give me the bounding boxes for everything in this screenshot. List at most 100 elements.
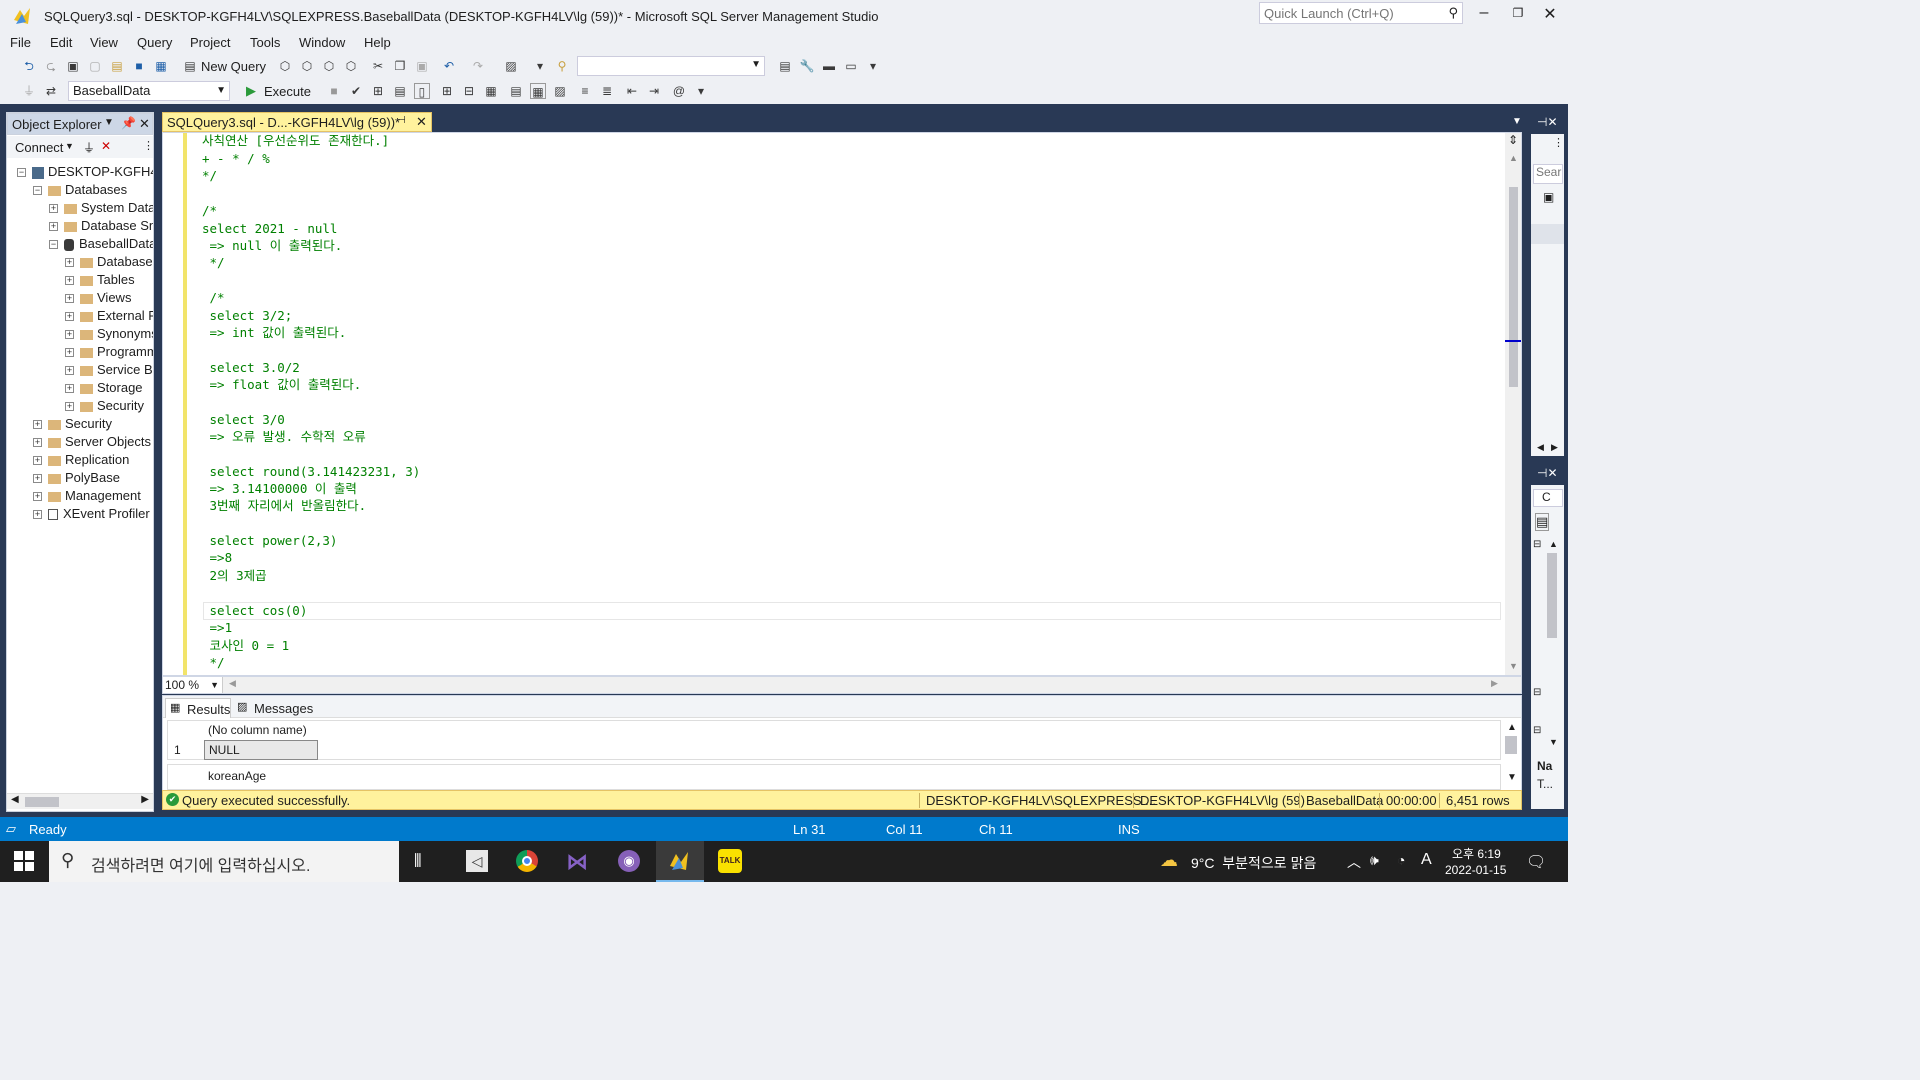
scroll-up-icon[interactable]: ▲ — [1509, 153, 1518, 163]
results-scroll-thumb[interactable] — [1505, 736, 1517, 754]
menu-tools[interactable]: Tools — [250, 35, 280, 50]
properties-dropdown[interactable]: C — [1533, 489, 1563, 507]
menu-query[interactable]: Query — [137, 35, 172, 50]
expand-icon[interactable]: + — [33, 510, 42, 520]
dax-query-icon[interactable]: ⬡ — [343, 58, 359, 74]
save-icon[interactable]: ■ — [131, 58, 147, 74]
expand-icon[interactable]: + — [65, 330, 74, 340]
new-query-icon[interactable]: ▤ — [182, 58, 198, 74]
decrease-indent-icon[interactable]: ⇤ — [624, 83, 640, 99]
right-panel-more-icon[interactable]: ⋮ — [1553, 136, 1564, 149]
expand-icon[interactable]: + — [65, 384, 74, 394]
results-to-file-icon[interactable]: ▨ — [552, 83, 568, 99]
menu-help[interactable]: Help — [364, 35, 391, 50]
expand-icon[interactable]: + — [49, 204, 58, 214]
find-combo[interactable]: ▼ — [577, 56, 766, 76]
menu-file[interactable]: File — [10, 35, 31, 50]
tab-list-dropdown-icon[interactable]: ▼ — [1512, 116, 1522, 127]
network-icon[interactable]: ◔ — [1397, 852, 1405, 868]
tree-node[interactable]: + Security — [65, 397, 144, 415]
cut-icon[interactable]: ✂ — [370, 58, 386, 74]
tree-node[interactable]: + Tables — [65, 271, 135, 289]
right-panel-hscroll-right[interactable]: ▶ — [1551, 442, 1558, 453]
tree-node[interactable]: + Database D — [65, 253, 153, 271]
connect-button[interactable]: Connect — [15, 140, 63, 155]
results-scroll-down-icon[interactable]: ▼ — [1507, 772, 1517, 783]
editor-vertical-scrollbar[interactable]: ⇕ ▲ ▼ — [1505, 133, 1521, 675]
right-panel-close-icon[interactable]: ⊣✕ — [1537, 115, 1558, 129]
collapse-icon[interactable]: − — [49, 240, 58, 250]
collapse-icon[interactable]: − — [33, 186, 42, 196]
grid1-header[interactable]: (No column name) — [208, 723, 307, 737]
props-scroll-thumb[interactable] — [1547, 553, 1557, 638]
ssms-taskbar-active[interactable] — [656, 841, 704, 882]
search-icon[interactable]: ⚲ — [1448, 5, 1458, 21]
props-scroll-up-icon[interactable]: ▲ — [1549, 539, 1558, 549]
disconnect-icon[interactable]: ✕ — [101, 139, 111, 153]
tree-node[interactable]: − Databases — [33, 181, 127, 199]
scroll-down-icon[interactable]: ▼ — [1509, 661, 1518, 671]
hscroll-left-icon[interactable]: ◀ — [229, 678, 236, 689]
clock-time[interactable]: 오후 6:19 — [1452, 845, 1501, 862]
weather-icon[interactable]: ☁ — [1160, 850, 1178, 871]
increase-indent-icon[interactable]: ⇥ — [646, 83, 662, 99]
tree-node[interactable]: + Database Snap — [49, 217, 153, 235]
tree-node[interactable]: + Management — [33, 487, 141, 505]
tree-node[interactable]: + Storage — [65, 379, 143, 397]
right-panel2-close-icon[interactable]: ⊣✕ — [1537, 466, 1558, 480]
windows-start-icon[interactable] — [14, 851, 34, 871]
mdx-query-icon[interactable]: ⬡ — [277, 58, 293, 74]
save-all-icon[interactable]: ▦ — [153, 58, 169, 74]
query-options-icon[interactable]: ▤ — [392, 83, 408, 99]
live-stats-icon[interactable]: ⊟ — [461, 83, 477, 99]
panel-close-icon[interactable]: ✕ — [139, 116, 150, 132]
grid1-row-number[interactable]: 1 — [174, 743, 181, 757]
expand-icon[interactable]: + — [33, 438, 42, 448]
expand-icon[interactable]: + — [65, 294, 74, 304]
expand-icon[interactable]: + — [33, 492, 42, 502]
paste-icon[interactable]: ▣ — [414, 58, 430, 74]
taskbar-search[interactable]: ⚲ 검색하려면 여기에 입력하십시오. — [49, 841, 399, 882]
pin-icon[interactable]: 📌 — [121, 116, 136, 130]
uncomment-icon[interactable]: ≣ — [599, 83, 615, 99]
panel-dropdown-icon[interactable]: ▼ — [104, 117, 114, 128]
right-panel-item-icon[interactable]: ▣ — [1543, 190, 1554, 204]
vs-installer-icon[interactable]: ◁ — [466, 850, 488, 872]
tree-node[interactable]: + Views — [65, 289, 131, 307]
expand-icon[interactable]: + — [65, 276, 74, 286]
editor-tab[interactable]: SQLQuery3.sql - D...-KGFH4LV\lg (59))* ⊣… — [162, 112, 432, 132]
expand-icon[interactable]: + — [65, 312, 74, 322]
properties-icon[interactable]: 🔧 — [799, 58, 815, 74]
grid2-header[interactable]: koreanAge — [208, 769, 266, 783]
forward-icon[interactable]: ⮎ — [43, 58, 59, 74]
tab-messages[interactable]: ▨ Messages — [233, 698, 313, 718]
results-scroll-up-icon[interactable]: ▲ — [1507, 722, 1517, 733]
toolbar2-options-icon[interactable]: ▾ — [693, 83, 709, 99]
minimize-button[interactable]: – — [1474, 4, 1494, 24]
quick-launch[interactable]: ⚲ — [1259, 2, 1463, 24]
right-panel-search[interactable]: Sear — [1533, 164, 1563, 184]
tree-node[interactable]: + System Databa — [49, 199, 153, 217]
connect-dropdown-icon[interactable]: ▼ — [65, 141, 74, 151]
expand-icon[interactable]: + — [65, 366, 74, 376]
results-to-grid-icon[interactable]: ▦ — [529, 83, 546, 99]
add-item-icon[interactable]: ▢ — [87, 58, 103, 74]
clock-date[interactable]: 2022-01-15 — [1445, 863, 1506, 877]
connect-plug-icon[interactable]: ⏚ — [83, 139, 95, 156]
split-icon[interactable]: ⇕ — [1508, 133, 1518, 147]
tree-node[interactable]: + XEvent Profiler — [33, 505, 150, 523]
expand-icon[interactable]: + — [65, 258, 74, 268]
dropdown-arrow-icon[interactable]: ▾ — [532, 58, 548, 74]
new-project-icon[interactable]: ▣ — [65, 58, 81, 74]
tree-node[interactable]: + Synonyms — [65, 325, 153, 343]
database-selector[interactable]: BaseballData ▼ — [68, 81, 230, 101]
editor-scroll-thumb[interactable] — [1509, 187, 1518, 387]
volume-icon[interactable]: 🕪 — [1370, 852, 1379, 869]
tree-node[interactable]: + Service Bro — [65, 361, 153, 379]
chrome-icon[interactable] — [516, 850, 538, 872]
weather-text[interactable]: 9°C 부분적으로 맑음 — [1191, 853, 1316, 873]
display-plan-icon[interactable]: ⊞ — [370, 83, 386, 99]
collapse-icon[interactable]: − — [17, 168, 26, 178]
tree-node[interactable]: + Programma — [65, 343, 153, 361]
find-icon[interactable]: ⚲ — [554, 58, 570, 74]
